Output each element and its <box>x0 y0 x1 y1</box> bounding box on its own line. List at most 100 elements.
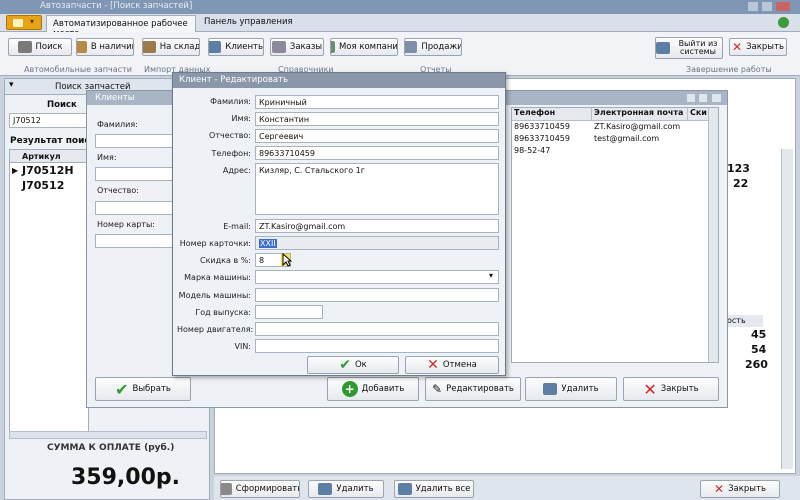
car-make-dropdown-icon[interactable]: ▾ <box>489 271 493 280</box>
group-label-exit: Завершение работы <box>686 65 772 74</box>
my-company-button-label: Моя компания <box>338 42 398 52</box>
generate-button[interactable]: Сформировать <box>220 480 300 498</box>
car-make-select[interactable] <box>255 270 499 284</box>
tab-control-panel[interactable]: Панель управления <box>204 17 293 27</box>
add-client-button[interactable]: + Добавить <box>327 377 419 401</box>
col-header-phone[interactable]: Телефон <box>512 108 592 121</box>
edit-dialog-titlebar: Клиент - Редактировать <box>173 73 505 88</box>
lastname-field[interactable]: Криничный <box>255 95 499 109</box>
sum-value: 359,00р. <box>71 465 181 490</box>
orders-button[interactable]: Заказы <box>270 38 324 56</box>
close-x-icon: ✕ <box>732 40 743 54</box>
clients-label-card: Номер карты: <box>97 220 155 229</box>
results-grid: Артикул ▶ J70512H J70512 <box>9 149 89 439</box>
ribbon: Поиск В наличии На склад Клиенты Заказы … <box>0 32 800 76</box>
orders-icon <box>271 41 286 53</box>
delete-client-button-label: Удалить <box>561 384 599 394</box>
sales-button[interactable]: Продажи <box>404 38 462 56</box>
client-email-cell[interactable]: ZT.Kasiro@gmail.com <box>592 122 688 133</box>
help-icon[interactable] <box>778 17 789 28</box>
clients-card-input[interactable] <box>95 234 173 248</box>
clients-maximize-icon[interactable] <box>699 94 707 102</box>
my-company-button[interactable]: Моя компания <box>330 38 398 56</box>
left-scrollbar[interactable] <box>9 431 207 439</box>
minimize-icon[interactable] <box>748 2 758 11</box>
edit-client-dialog: Клиент - Редактировать Фамилия: Криничны… <box>172 72 506 376</box>
cancel-x-icon: ✕ <box>427 357 439 373</box>
ok-button[interactable]: ✔ Ок <box>307 356 399 374</box>
client-phone-cell[interactable]: 89633710459 <box>512 122 592 133</box>
clients-button[interactable]: Клиенты <box>208 38 264 56</box>
middlename-field[interactable]: Сергеевич <box>255 129 499 143</box>
clients-middlename-input[interactable] <box>95 201 173 215</box>
grid-value: 260 <box>745 358 768 371</box>
clients-grid-scrollbar[interactable] <box>708 108 718 362</box>
firstname-field[interactable]: Константин <box>255 112 499 126</box>
select-client-button-label: Выбрать <box>132 384 171 394</box>
card-number-field[interactable]: XXII <box>255 236 499 250</box>
search-input[interactable]: J70512 <box>9 113 89 128</box>
field-label-middlename: Отчество: <box>209 131 251 140</box>
col-header-article[interactable]: Артикул <box>10 150 88 163</box>
clients-firstname-input[interactable] <box>95 167 173 181</box>
users-icon <box>209 41 222 53</box>
client-phone-cell[interactable]: 98-52-47 <box>512 146 592 157</box>
field-label-car-model: Модель машины: <box>178 291 251 300</box>
edit-client-button[interactable]: ✎ Редактировать <box>425 377 521 401</box>
delete-row-button[interactable]: Удалить <box>308 480 384 498</box>
close-app-button[interactable]: ✕ Закрыть <box>729 38 787 56</box>
engine-number-field[interactable] <box>255 322 499 336</box>
select-client-button[interactable]: ✔ Выбрать <box>95 377 191 401</box>
client-phone-cell[interactable]: 89633710459 <box>512 134 592 145</box>
qty-col-header[interactable]: ость <box>723 315 763 327</box>
clients-label-middlename: Отчество: <box>97 186 139 195</box>
logout-button[interactable]: Выйти из системы <box>655 37 723 59</box>
car-model-field[interactable] <box>255 288 499 302</box>
field-label-phone: Телефон: <box>211 149 251 158</box>
field-label-vin: VIN: <box>234 342 251 351</box>
email-field[interactable]: ZT.Kasiro@gmail.com <box>255 219 499 233</box>
close-window-icon[interactable] <box>776 2 790 11</box>
in-stock-button[interactable]: В наличии <box>76 38 134 56</box>
tab-workplace[interactable]: Автоматизированное рабочее место <box>46 15 196 39</box>
clients-close-icon[interactable] <box>712 94 721 102</box>
clients-lastname-input[interactable] <box>95 134 173 148</box>
key-icon <box>17 41 32 53</box>
year-field[interactable] <box>255 305 323 319</box>
sales-icon <box>405 41 418 53</box>
clients-button-label: Клиенты <box>225 42 264 52</box>
result-row[interactable]: J70512 <box>22 179 64 192</box>
delete-client-button[interactable]: Удалить <box>525 377 617 401</box>
app-menu-button[interactable]: ▾ <box>6 15 42 30</box>
company-icon <box>331 41 335 53</box>
menu-logo-icon <box>13 19 23 27</box>
result-row[interactable]: J70512H <box>22 164 74 177</box>
discount-value: 8 <box>259 256 265 265</box>
col-header-discount[interactable]: Ски <box>688 108 708 121</box>
to-warehouse-button[interactable]: На склад <box>142 38 200 56</box>
ok-check-icon: ✔ <box>339 357 351 373</box>
col-header-email[interactable]: Электронная почта <box>592 108 688 121</box>
field-label-email: E-mail: <box>223 222 251 231</box>
address-field[interactable]: Кизляр, С. Стальского 1г <box>255 163 499 215</box>
phone-field[interactable]: 89633710459 <box>255 146 499 160</box>
close-clients-button[interactable]: ✕ Закрыть <box>623 377 719 401</box>
users-logout-icon <box>656 42 670 54</box>
bottom-close-button[interactable]: ✕ Закрыть <box>700 480 780 498</box>
client-email-cell[interactable]: test@gmail.com <box>592 134 688 145</box>
delete-user-icon <box>318 483 333 495</box>
cancel-button-label: Отмена <box>442 360 477 370</box>
right-scrollbar[interactable] <box>781 149 793 469</box>
delete-all-button[interactable]: Удалить все <box>394 480 474 498</box>
edit-client-button-label: Редактировать <box>446 384 514 394</box>
row-pointer-icon: ▶ <box>12 166 19 175</box>
grid-value: 123 <box>727 162 750 175</box>
search-button[interactable]: Поиск <box>8 38 72 56</box>
vin-field[interactable] <box>255 339 499 353</box>
clients-minimize-icon[interactable] <box>687 94 695 102</box>
maximize-icon[interactable] <box>762 2 772 11</box>
close-app-button-label: Закрыть <box>746 42 784 52</box>
clients-window-title: Клиенты <box>95 93 135 103</box>
field-label-discount: Скидка в %: <box>200 256 251 265</box>
cancel-button[interactable]: ✕ Отмена <box>405 356 499 374</box>
